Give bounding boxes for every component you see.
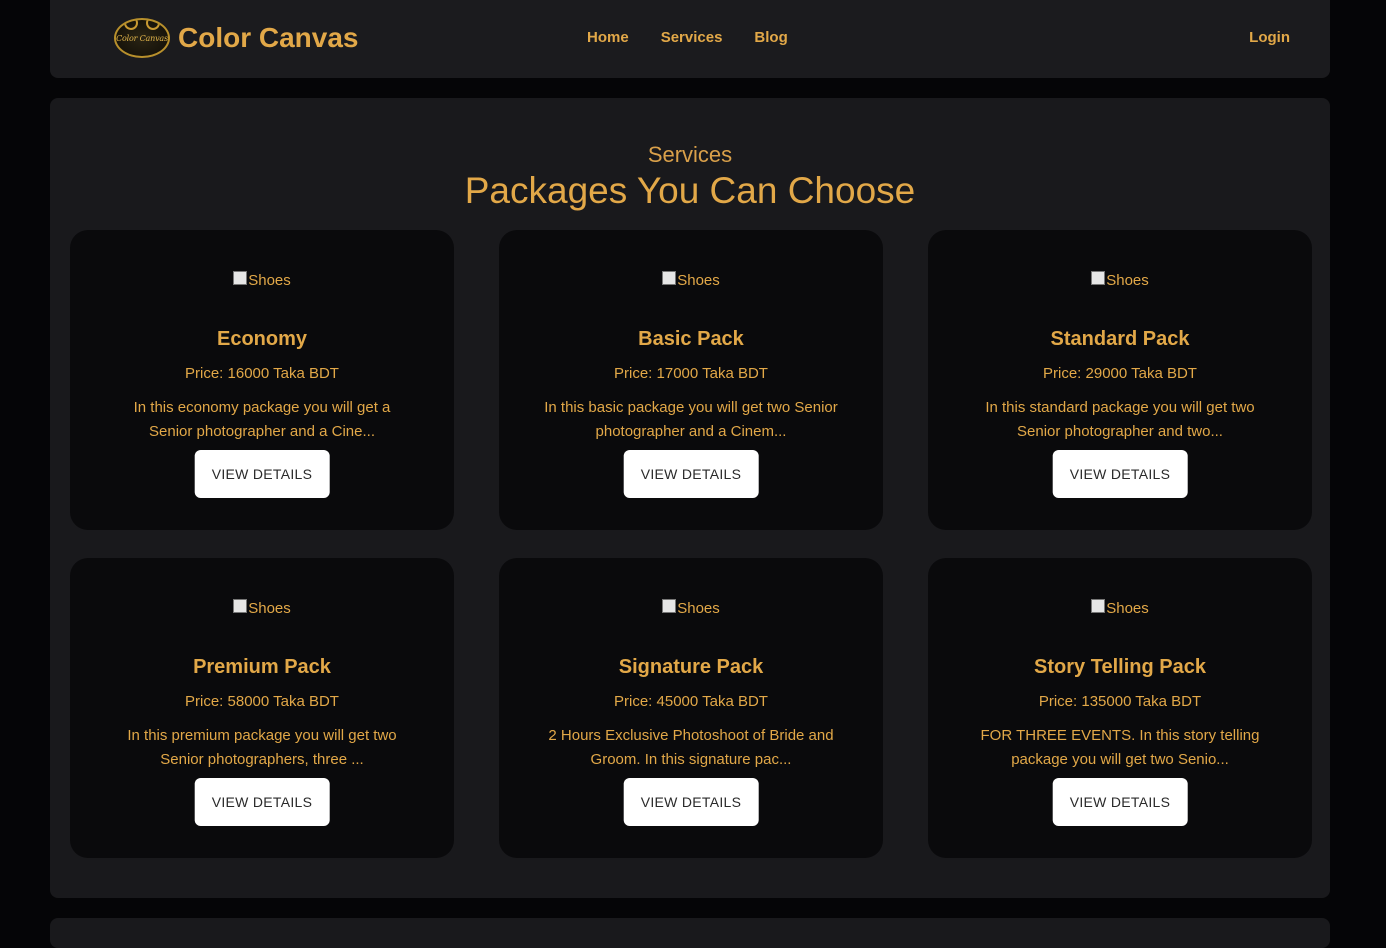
package-image: Shoes [70,270,454,289]
package-title: Premium Pack [193,656,331,678]
package-price: Price: 135000 Taka BDT [1038,693,1202,710]
image-alt-text: Shoes [677,600,720,617]
package-image: Shoes [70,598,454,617]
next-section-edge [50,918,1330,948]
package-description: In this basic package you will get two S… [544,399,838,440]
view-details-button[interactable]: VIEW DETAILS [1052,778,1188,826]
package-title: Standard Pack [1050,328,1190,350]
package-title: Economy [216,328,308,350]
login-link[interactable]: Login [1249,29,1290,46]
package-description: In this economy package you will get a S… [133,399,391,440]
package-price: Price: 58000 Taka BDT [185,693,339,710]
package-description: In this premium package you will get two… [127,727,397,768]
broken-image-icon [662,270,677,285]
brand-name: Color Canvas [178,22,359,53]
package-price: Price: 45000 Taka BDT [614,693,768,710]
package-card-standard: Shoes Standard Pack Price: 29000 Taka BD… [928,230,1312,530]
package-image: Shoes [928,270,1312,289]
view-details-button[interactable]: VIEW DETAILS [194,450,330,498]
logo-text: Color Canvas [116,33,168,43]
view-details-button[interactable]: VIEW DETAILS [1052,450,1188,498]
package-card-story-telling: Shoes Story Telling Pack Price: 135000 T… [928,558,1312,858]
nav-home[interactable]: Home [587,29,629,46]
section-heading: Packages You Can Choose [464,170,916,211]
package-title: Basic Pack [638,328,744,350]
nav-links: Home Services Blog [587,29,820,46]
package-title: Signature Pack [618,656,764,678]
nav-services[interactable]: Services [661,29,723,46]
image-alt-text: Shoes [1106,600,1149,617]
services-section: Services Packages You Can Choose Shoes E… [50,98,1330,898]
package-image: Shoes [928,598,1312,617]
view-details-button[interactable]: VIEW DETAILS [623,450,759,498]
navbar: Color Canvas Color Canvas Home Services … [50,0,1330,78]
package-image: Shoes [499,270,883,289]
nav-blog[interactable]: Blog [754,29,787,46]
package-price: Price: 16000 Taka BDT [185,365,339,382]
package-card-basic: Shoes Basic Pack Price: 17000 Taka BDT I… [499,230,883,530]
image-alt-text: Shoes [248,600,291,617]
package-image: Shoes [499,598,883,617]
package-price: Price: 17000 Taka BDT [614,365,768,382]
package-price: Price: 29000 Taka BDT [1043,365,1197,382]
package-description: FOR THREE EVENTS. In this story telling … [980,727,1260,768]
image-alt-text: Shoes [1106,272,1149,289]
broken-image-icon [1091,598,1106,613]
section-subtitle: Services [647,142,733,167]
broken-image-icon [1091,270,1106,285]
image-alt-text: Shoes [677,272,720,289]
logo: Color Canvas [114,18,170,58]
broken-image-icon [662,598,677,613]
package-description: 2 Hours Exclusive Photoshoot of Bride an… [548,727,834,768]
package-description: In this standard package you will get tw… [985,399,1255,440]
image-alt-text: Shoes [248,272,291,289]
view-details-button[interactable]: VIEW DETAILS [623,778,759,826]
package-title: Story Telling Pack [1034,656,1206,678]
broken-image-icon [233,270,248,285]
broken-image-icon [233,598,248,613]
view-details-button[interactable]: VIEW DETAILS [194,778,330,826]
package-card-premium: Shoes Premium Pack Price: 58000 Taka BDT… [70,558,454,858]
package-card-signature: Shoes Signature Pack Price: 45000 Taka B… [499,558,883,858]
brand-link[interactable]: Color Canvas Color Canvas [114,16,359,60]
package-card-economy: Shoes Economy Price: 16000 Taka BDT In t… [70,230,454,530]
